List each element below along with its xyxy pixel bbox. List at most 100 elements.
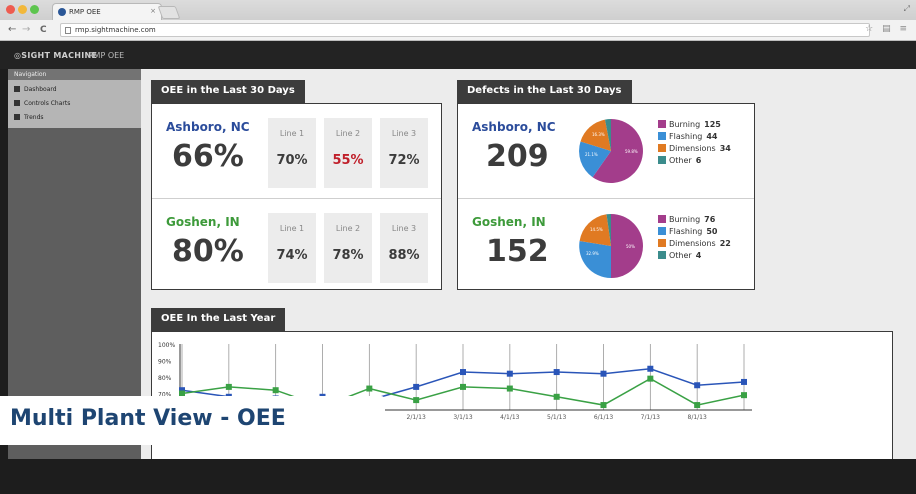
plant-name: Ashboro, NC [472,120,556,134]
browser-toolbar: ← → C rmp.sightmachine.com ☆ ▤ ≡ [0,20,916,41]
oee-panel: Ashboro, NC 66% Line 1 70% Line 2 55% Li… [151,103,442,290]
line-value: 70% [276,153,308,168]
legend-item-other[interactable]: Other 6 [658,154,731,166]
defect-total: 209 [486,139,549,174]
sidebar-item-label: Trends [24,113,44,121]
sidebar-item-dashboard[interactable]: Dashboard [8,82,141,96]
sidebar-item-controls-charts[interactable]: Controls Charts [8,96,141,110]
data-point[interactable] [506,385,513,392]
defect-pie-chart: 50% 32.9% 14.5% [579,213,643,278]
reload-button[interactable]: C [40,24,47,36]
pie-slice-flashing[interactable] [579,241,611,278]
fullscreen-icon[interactable]: ⤢ [904,4,910,14]
line-card[interactable]: Line 2 55% [324,118,372,188]
defect-legend: Burning 76 Flashing 50 Dimensions 22 Other 4 [658,213,731,261]
app-header: ◎SIGHT MACHINE RMP OEE [0,41,916,69]
line-label: Line 2 [335,129,361,138]
defects-panel-title: Defects in the Last 30 Days [457,80,632,103]
line-value: 78% [332,248,364,263]
line-value: 55% [332,153,364,168]
plant-row: Goshen, IN 80% Line 1 74% Line 2 78% Lin… [152,198,441,290]
line-label: Line 1 [279,129,305,138]
caption-text: Multi Plant View - OEE [10,406,286,431]
plant-oee-value: 80% [172,234,244,269]
plant-oee-value: 66% [172,139,244,174]
legend-item-other[interactable]: Other 4 [658,249,731,261]
plant-name: Goshen, IN [472,215,546,229]
x-tick-label: 7/1/13 [641,414,660,421]
legend-item-burning[interactable]: Burning 125 [658,118,731,130]
plant-row: Ashboro, NC 209 59.8% 21.1% 16.3% Burnin… [458,104,754,204]
data-point[interactable] [553,393,560,400]
plant-row: Ashboro, NC 66% Line 1 70% Line 2 55% Li… [152,104,441,204]
minimize-window-button[interactable] [18,5,27,14]
legend-item-dimensions[interactable]: Dimensions 34 [658,142,731,154]
pie-label-flashing: 32.9% [586,251,599,256]
x-tick-label: 4/1/13 [500,414,519,421]
browser-tab[interactable]: RMP OEE × [52,3,162,20]
data-point[interactable] [553,369,560,376]
line-label: Line 2 [335,224,361,233]
y-tick-label: 90% [158,359,172,366]
data-point[interactable] [741,378,747,385]
line-card[interactable]: Line 1 74% [268,213,316,283]
line-label: Line 3 [391,129,417,138]
data-point[interactable] [366,385,373,392]
x-tick-label: 5/1/13 [547,414,566,421]
sidebar-heading: Navigation [8,69,141,80]
line-label: Line 1 [279,224,305,233]
data-point[interactable] [460,369,466,376]
data-point[interactable] [741,392,747,399]
maximize-window-button[interactable] [30,5,39,14]
legend-item-dimensions[interactable]: Dimensions 22 [658,237,731,249]
line-card[interactable]: Line 3 88% [380,213,428,283]
sidebar-item-trends[interactable]: Trends [8,110,141,124]
forward-button[interactable]: → [22,24,30,36]
pie-label-burning: 50% [626,244,635,249]
brand-logo[interactable]: ◎SIGHT MACHINE [14,51,97,60]
tab-close-icon[interactable]: × [150,7,156,15]
line-value: 74% [276,248,308,263]
pie-label-flashing: 21.1% [585,152,598,157]
plant-row: Goshen, IN 152 50% 32.9% 14.5% Burning 76… [458,198,754,290]
data-point[interactable] [647,365,654,372]
data-point[interactable] [694,402,701,409]
url-text: rmp.sightmachine.com [75,26,156,34]
line-card[interactable]: Line 1 70% [268,118,316,188]
caption-banner: Multi Plant View - OEE [0,396,385,445]
plant-name: Goshen, IN [166,215,240,229]
sidebar-item-label: Controls Charts [24,99,71,107]
sidebar-nav: Dashboard Controls Charts Trends [8,80,141,128]
data-point[interactable] [272,387,279,394]
line-card[interactable]: Line 3 72% [380,118,428,188]
chart-icon [14,100,20,106]
defect-pie-chart: 59.8% 21.1% 16.3% [579,119,643,183]
new-tab-button[interactable] [157,6,181,19]
data-point[interactable] [460,383,466,390]
data-point[interactable] [694,382,701,389]
plant-name: Ashboro, NC [166,120,250,134]
legend-item-flashing[interactable]: Flashing 44 [658,130,731,142]
legend-item-flashing[interactable]: Flashing 50 [658,225,731,237]
pie-label-burning: 59.8% [625,149,638,154]
address-bar[interactable]: rmp.sightmachine.com [60,23,870,37]
data-point[interactable] [506,370,513,377]
data-point[interactable] [413,383,420,390]
page-icon [65,27,71,34]
back-button[interactable]: ← [8,24,16,36]
data-point[interactable] [647,375,654,382]
data-point[interactable] [413,397,420,404]
site-favicon-icon [58,8,66,16]
trends-icon [14,114,20,120]
browser-menu-icons[interactable]: ☆ ▤ ≡ [865,24,910,34]
x-tick-label: 6/1/13 [594,414,613,421]
y-tick-label: 80% [158,375,172,382]
line-card[interactable]: Line 2 78% [324,213,372,283]
legend-item-burning[interactable]: Burning 76 [658,213,731,225]
data-point[interactable] [600,402,607,409]
close-window-button[interactable] [6,5,15,14]
window-controls [6,5,39,14]
oee-panel-title: OEE in the Last 30 Days [151,80,305,103]
data-point[interactable] [600,370,607,377]
data-point[interactable] [225,383,232,390]
